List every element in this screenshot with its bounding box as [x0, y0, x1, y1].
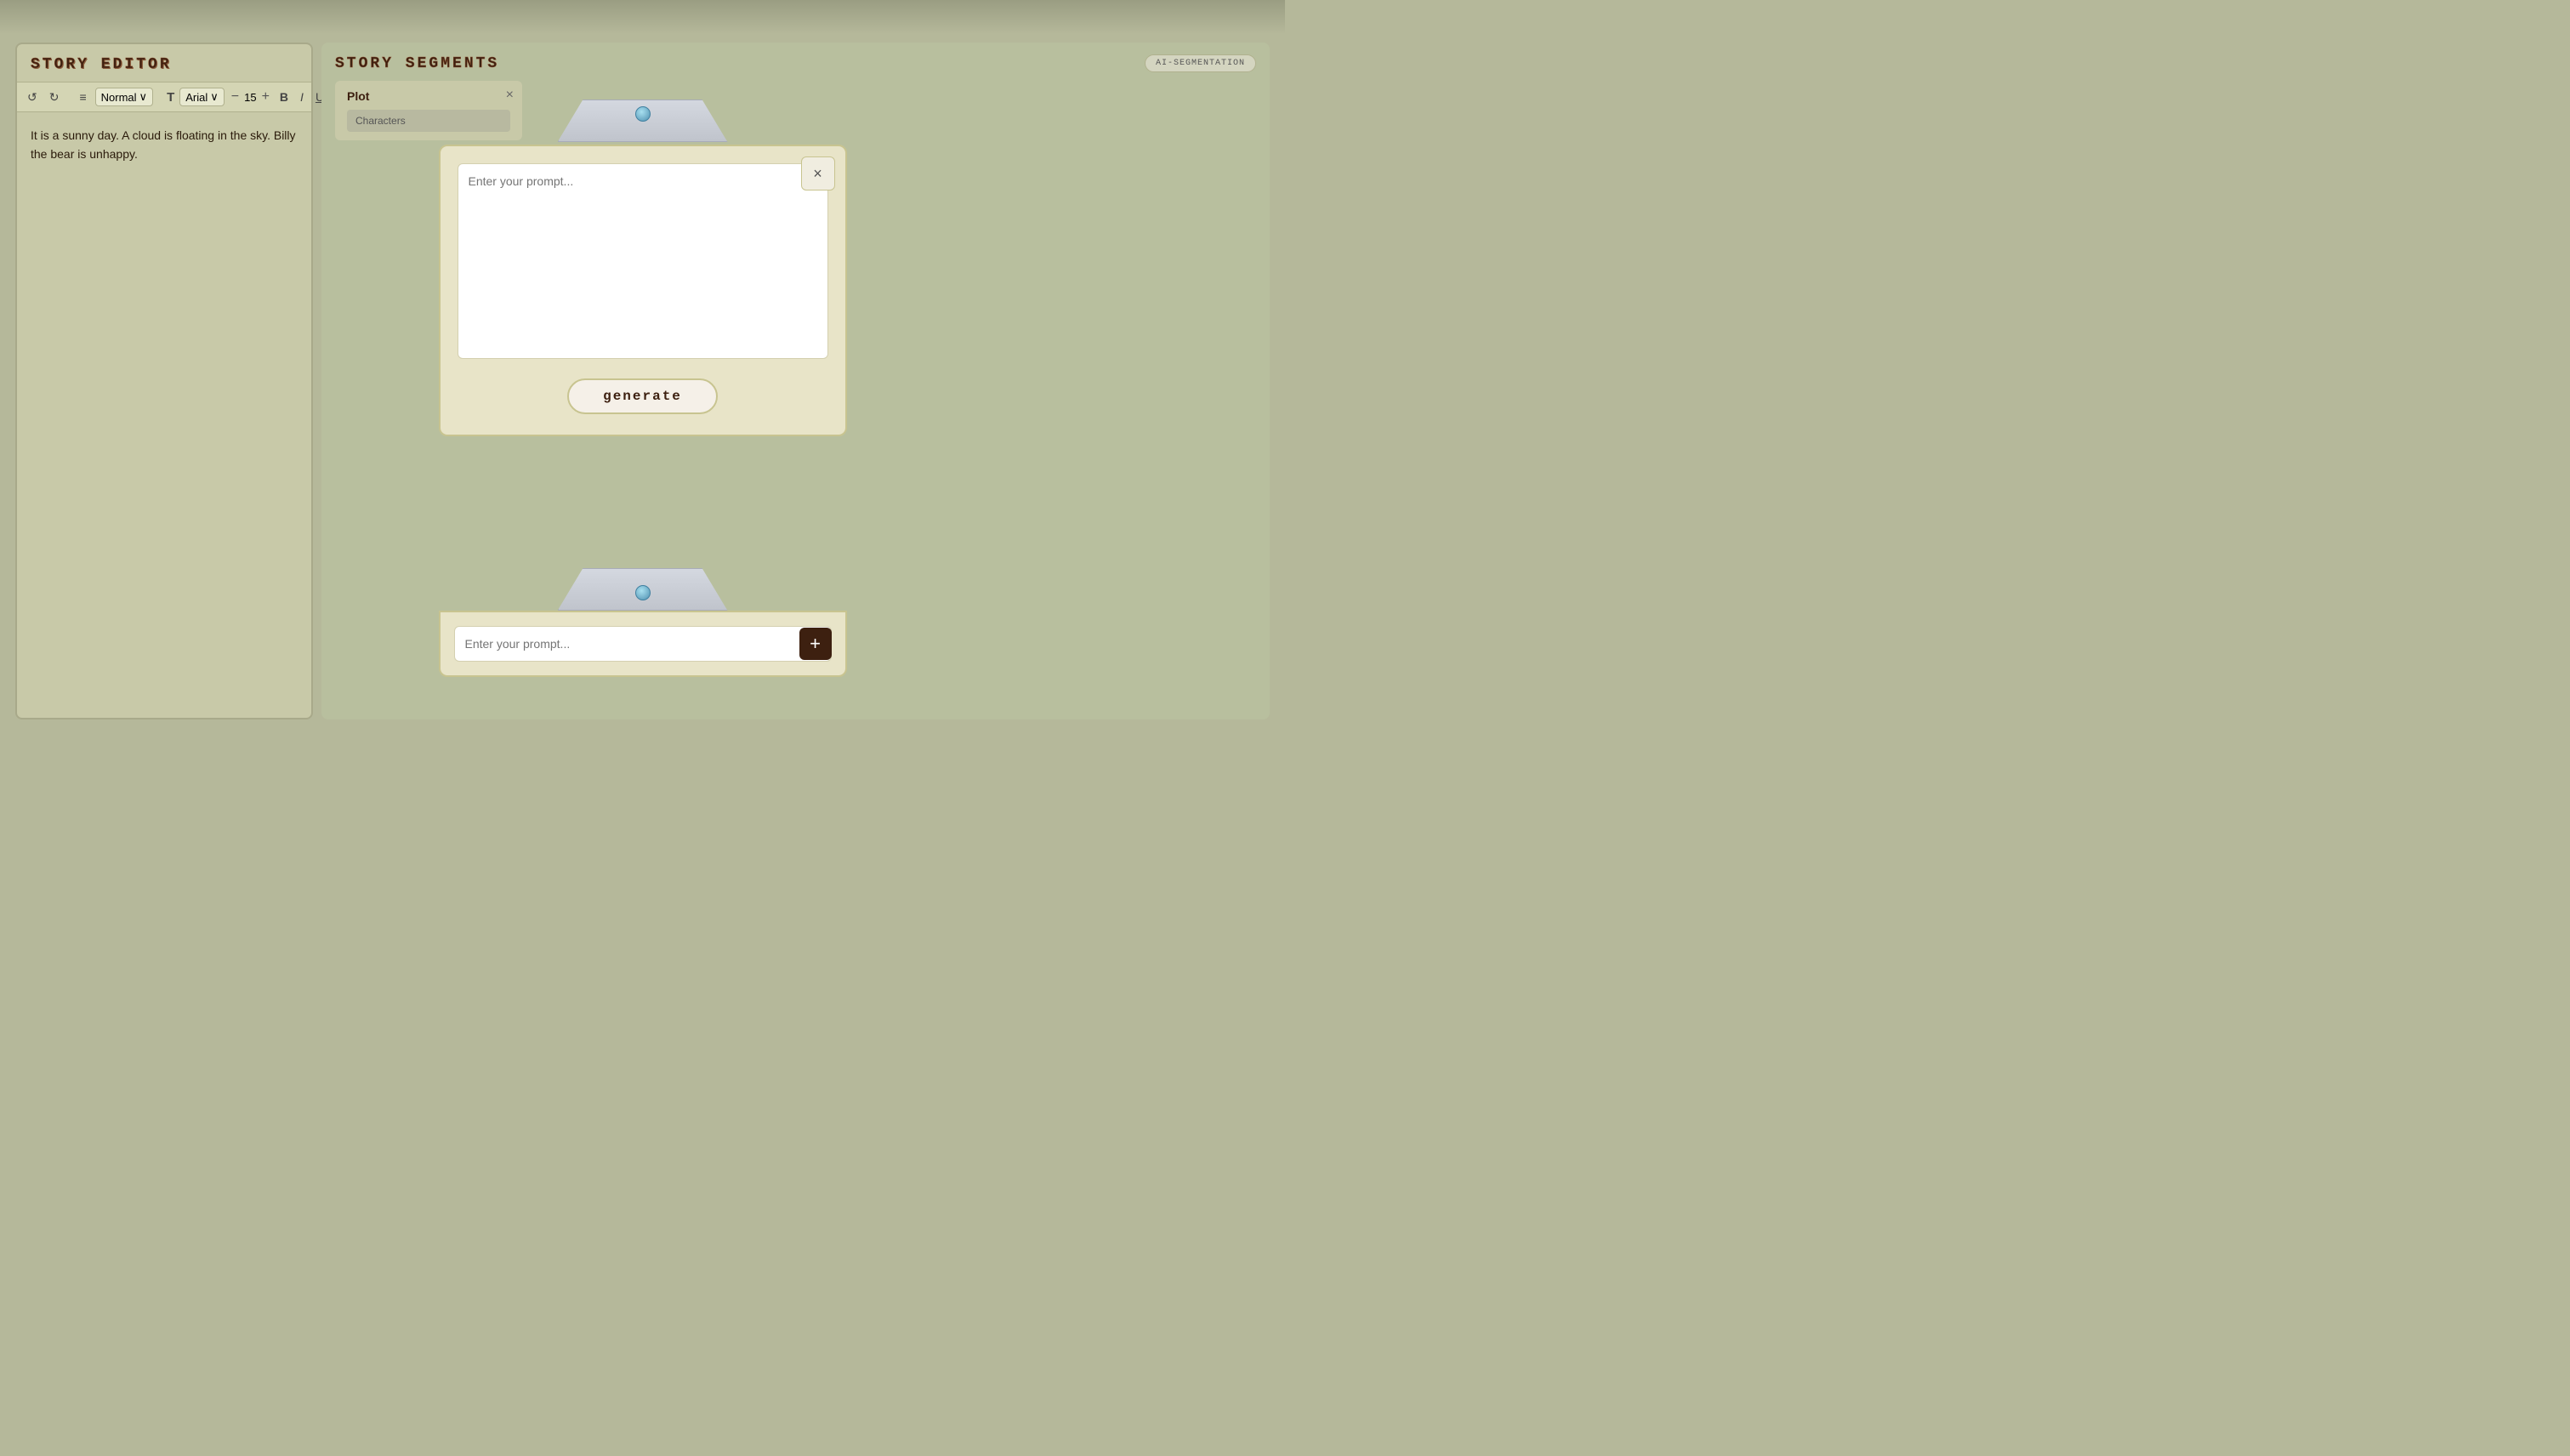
second-prompt-input[interactable] — [454, 626, 832, 662]
editor-toolbar: ↺ ↻ ≡ Normal ∨ T Arial ∨ − 15 + B I U — [17, 82, 311, 112]
main-layout: STORY EDITOR ↺ ↻ ≡ Normal ∨ T Arial ∨ − … — [0, 34, 1285, 728]
plot-card-title: Plot — [347, 89, 510, 103]
plot-close-button[interactable]: × — [506, 88, 514, 103]
font-size-increase-button[interactable]: + — [260, 89, 271, 105]
undo-button[interactable]: ↺ — [24, 88, 41, 106]
font-icon: T — [167, 90, 174, 105]
story-editor-panel: STORY EDITOR ↺ ↻ ≡ Normal ∨ T Arial ∨ − … — [15, 43, 313, 719]
second-clip-shape — [558, 568, 728, 611]
font-size-decrease-button[interactable]: − — [230, 89, 241, 105]
redo-button[interactable]: ↻ — [46, 88, 63, 106]
top-bar — [0, 0, 1285, 34]
clipboard-dot — [635, 106, 651, 122]
style-dropdown[interactable]: Normal ∨ — [95, 88, 153, 106]
editor-content[interactable]: It is a sunny day. A cloud is floating i… — [17, 112, 311, 718]
style-chevron-icon: ∨ — [139, 90, 148, 104]
characters-tag: Characters — [347, 110, 510, 132]
second-clipboard-top — [439, 568, 847, 611]
second-add-button[interactable]: + — [799, 628, 832, 660]
second-clip-dot — [635, 585, 651, 600]
bold-button[interactable]: B — [276, 88, 292, 105]
font-dropdown[interactable]: Arial ∨ — [179, 88, 225, 106]
font-size-control: − 15 + — [230, 89, 271, 105]
prompt-textarea[interactable] — [458, 163, 828, 359]
prompt-modal: × Generate — [439, 145, 847, 436]
second-modal-box: + — [439, 611, 847, 677]
align-icon: ≡ — [76, 88, 89, 105]
story-segments-title: STORY SEGMENTS — [335, 55, 499, 72]
clipboard-top — [558, 100, 728, 151]
modal-close-button[interactable]: × — [801, 156, 835, 191]
ai-badge: AI-SEGMENTATION — [1145, 54, 1256, 72]
font-chevron-icon: ∨ — [210, 90, 219, 104]
font-size-value: 15 — [244, 91, 256, 104]
generate-button[interactable]: Generate — [567, 378, 718, 414]
plot-card: Plot × Characters — [335, 81, 522, 140]
second-prompt-container: + — [439, 568, 847, 677]
segments-header: STORY SEGMENTS AI-SEGMENTATION — [321, 43, 1270, 81]
italic-button[interactable]: I — [297, 88, 307, 105]
story-editor-title: STORY EDITOR — [17, 44, 311, 82]
